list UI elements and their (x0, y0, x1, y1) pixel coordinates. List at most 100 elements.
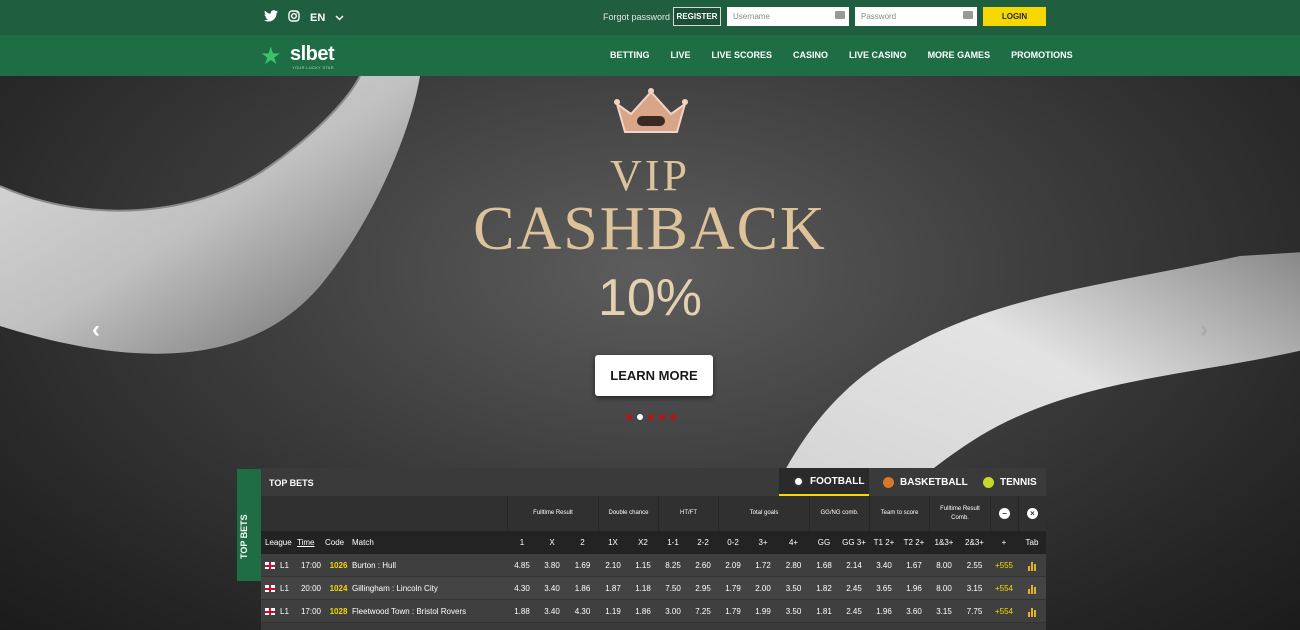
username-input[interactable]: Username (727, 7, 849, 26)
match-name[interactable]: Gillingham : Lincoln City (352, 577, 507, 600)
nav-live-casino[interactable]: LIVE CASINO (849, 50, 907, 60)
odds-cell[interactable]: 1.88 (507, 600, 537, 623)
stats-icon[interactable] (1018, 554, 1046, 577)
carousel-dot[interactable] (626, 414, 632, 420)
chevron-down-icon[interactable] (335, 12, 344, 24)
odds-cell[interactable]: 2.14 (839, 554, 869, 577)
odds-cell[interactable]: 1.87 (598, 577, 628, 600)
stats-icon[interactable] (1018, 600, 1046, 623)
top-bets-side-tab[interactable]: TOP BETS (237, 469, 261, 581)
odds-cell[interactable]: 2.00 (748, 577, 778, 600)
odds-cell[interactable]: 2.10 (598, 554, 628, 577)
keyboard-icon[interactable] (963, 11, 973, 19)
nav-live-scores[interactable]: LIVE SCORES (712, 50, 773, 60)
table-row[interactable]: L1 17:00 1028 Fleetwood Town : Bristol Rove… (261, 600, 1046, 623)
odds-cell[interactable]: 3.50 (778, 600, 809, 623)
nav-promotions[interactable]: PROMOTIONS (1011, 50, 1073, 60)
language-selector[interactable]: EN (310, 12, 325, 24)
carousel-prev-arrow-icon[interactable]: ‹ (92, 316, 100, 344)
collapse-button[interactable]: − (990, 496, 1018, 531)
tab-basketball[interactable]: BASKETBALL (869, 468, 969, 496)
match-name[interactable]: Fleetwood Town : Bristol Rovers (352, 600, 507, 623)
forgot-password-link[interactable]: Forgot password (603, 12, 670, 22)
stats-icon[interactable] (1018, 577, 1046, 600)
nav-more-games[interactable]: MORE GAMES (928, 50, 991, 60)
table-row[interactable]: L1 20:00 1024 Gillingham : Lincoln City 4.30… (261, 577, 1046, 600)
odds-cell[interactable]: 2.55 (959, 554, 990, 577)
odds-cell[interactable]: 3.40 (537, 600, 567, 623)
instagram-icon[interactable] (288, 10, 300, 25)
odds-cell[interactable]: 2.95 (688, 577, 718, 600)
column-header[interactable]: Time (297, 531, 325, 554)
match-name[interactable]: Burton : Hull (352, 554, 507, 577)
odds-cell[interactable]: 2.80 (778, 554, 809, 577)
odds-cell[interactable]: 2.09 (718, 554, 748, 577)
tab-tennis[interactable]: TENNIS (969, 468, 1046, 496)
keyboard-icon[interactable] (835, 11, 845, 19)
odds-cell[interactable]: 3.80 (537, 554, 567, 577)
brand-logo[interactable]: ★ slbet YOUR LUCKY STAR (260, 41, 360, 71)
odds-cell[interactable]: 8.00 (929, 577, 959, 600)
column-header: T1 2+ (873, 538, 895, 547)
odds-cell[interactable]: 1.18 (628, 577, 658, 600)
column-header: League (265, 538, 292, 547)
table-row[interactable]: L1 17:00 1026 Burton : Hull 4.85 3.80 1.69 2.10… (261, 554, 1046, 577)
odds-cell[interactable]: 1.79 (718, 577, 748, 600)
odds-cell[interactable]: 3.40 (869, 554, 899, 577)
column-header: GG (817, 538, 831, 547)
odds-cell[interactable]: 3.15 (929, 600, 959, 623)
odds-cell[interactable]: 4.30 (507, 577, 537, 600)
carousel-dot-active[interactable] (637, 414, 643, 420)
odds-cell[interactable]: 1.81 (809, 600, 839, 623)
odds-cell[interactable]: 3.40 (537, 577, 567, 600)
odds-cell[interactable]: 8.25 (658, 554, 688, 577)
odds-cell[interactable]: 1.96 (899, 577, 929, 600)
password-input[interactable]: Password (855, 7, 977, 26)
odds-cell[interactable]: 2.45 (839, 577, 869, 600)
odds-cell[interactable]: 1.15 (628, 554, 658, 577)
odds-cell[interactable]: 1.67 (899, 554, 929, 577)
twitter-icon[interactable] (264, 10, 278, 25)
odds-cell[interactable]: 7.50 (658, 577, 688, 600)
odds-cell[interactable]: 7.75 (959, 600, 990, 623)
odds-cell[interactable]: 1.86 (628, 600, 658, 623)
more-markets-link[interactable]: +554 (990, 577, 1018, 600)
odds-cell[interactable]: 1.69 (567, 554, 598, 577)
odds-cell[interactable]: 1.86 (567, 577, 598, 600)
odds-cell[interactable]: 8.00 (929, 554, 959, 577)
odds-cell[interactable]: 3.15 (959, 577, 990, 600)
nav-betting[interactable]: BETTING (610, 50, 650, 60)
carousel-dot[interactable] (659, 414, 665, 420)
odds-cell[interactable]: 3.50 (778, 577, 809, 600)
odds-cell[interactable]: 3.65 (869, 577, 899, 600)
odds-cell[interactable]: 7.25 (688, 600, 718, 623)
odds-cell[interactable]: 4.30 (567, 600, 598, 623)
nav-live[interactable]: LIVE (671, 50, 691, 60)
odds-cell[interactable]: 1.82 (809, 577, 839, 600)
login-button[interactable]: LOGIN (983, 7, 1046, 26)
odds-cell[interactable]: 2.60 (688, 554, 718, 577)
odds-cell[interactable]: 3.00 (658, 600, 688, 623)
close-button[interactable]: × (1018, 496, 1046, 531)
odds-cell[interactable]: 1.72 (748, 554, 778, 577)
odds-cell[interactable]: 2.45 (839, 600, 869, 623)
more-markets-link[interactable]: +554 (990, 600, 1018, 623)
nav-casino[interactable]: CASINO (793, 50, 828, 60)
time-cell: 20:00 (300, 584, 322, 593)
odds-cell[interactable]: 1.19 (598, 600, 628, 623)
carousel-dot[interactable] (670, 414, 676, 420)
register-button[interactable]: REGISTER (673, 7, 721, 26)
carousel-next-arrow-icon[interactable]: › (1200, 316, 1208, 344)
column-header: 4+ (788, 538, 799, 547)
carousel-dot[interactable] (648, 414, 654, 420)
odds-cell[interactable]: 3.60 (899, 600, 929, 623)
odds-cell[interactable]: 1.99 (748, 600, 778, 623)
odds-cell[interactable]: 1.79 (718, 600, 748, 623)
learn-more-button[interactable]: LEARN MORE (595, 355, 713, 396)
odds-cell[interactable]: 4.85 (507, 554, 537, 577)
tab-football[interactable]: FOOTBALL (779, 468, 869, 496)
odds-cell[interactable]: 1.68 (809, 554, 839, 577)
odds-cell[interactable]: 1.96 (869, 600, 899, 623)
column-header: + (1001, 538, 1007, 547)
more-markets-link[interactable]: +555 (990, 554, 1018, 577)
